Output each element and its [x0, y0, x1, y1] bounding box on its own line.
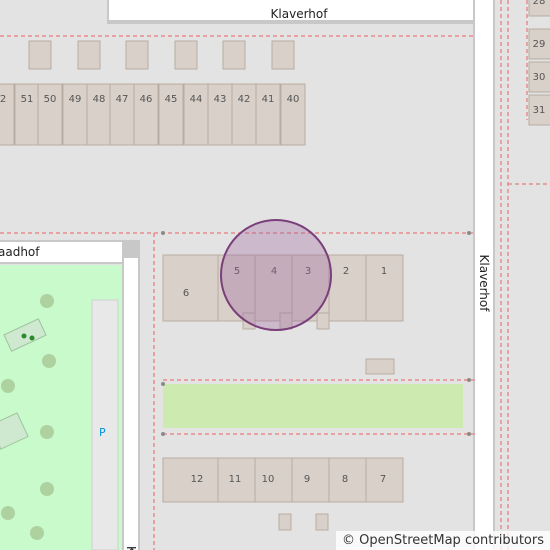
map-canvas[interactable]: 2 51 50 49 48 47 46 45 44 43 42 41 40 28293031 65 4 3 2…	[0, 0, 550, 550]
street-label-left-block: aadhof	[0, 245, 40, 259]
house-number-label: 41	[262, 94, 275, 105]
street-label-klaverhof-top: Klaverhof	[271, 7, 329, 21]
tree-icon	[42, 354, 56, 368]
house-number-label: 47	[116, 94, 129, 105]
house-number-label: 44	[190, 94, 203, 105]
house-number-label: 10	[262, 474, 275, 485]
tree-icon	[30, 526, 44, 540]
road-left-vertical-fill	[124, 258, 138, 550]
house-number-label: 43	[214, 94, 227, 105]
house-number-label: 2	[343, 266, 349, 277]
copyright-symbol: ©	[342, 533, 356, 548]
tree-icon	[40, 425, 54, 439]
house-number-label: 40	[287, 94, 300, 105]
map-attribution: © OpenStreetMap contributors	[336, 531, 550, 550]
parking-label: P	[99, 426, 106, 439]
house-number-label: 45	[165, 94, 178, 105]
street-label-bottom-left: K	[124, 546, 138, 550]
house	[162, 254, 219, 322]
house-number-label: 12	[191, 474, 204, 485]
location-marker[interactable]	[220, 219, 332, 331]
house-number-label: 7	[380, 474, 386, 485]
house-number-label: 31	[533, 105, 546, 116]
house-number-label: 42	[238, 94, 251, 105]
house-number-label: 29	[533, 39, 546, 50]
house-number-label: 9	[304, 474, 310, 485]
tree-icon	[1, 379, 15, 393]
house-row-bottom: 12 11 10 9 8 7	[162, 457, 404, 503]
attribution-link[interactable]: OpenStreetMap contributors	[359, 533, 544, 548]
house-number-label: 46	[140, 94, 153, 105]
house-number-label: 49	[69, 94, 82, 105]
house-number-label: 1	[381, 266, 387, 277]
tree-icon	[40, 294, 54, 308]
house-number-label: 51	[21, 94, 34, 105]
street-label-klaverhof-right: Klaverhof	[477, 255, 491, 313]
house-number-label: 28	[533, 0, 546, 7]
house-number-label: 30	[533, 72, 546, 83]
house-number-label: 2	[0, 94, 6, 105]
house-number-label: 6	[183, 288, 189, 299]
tree-icon	[1, 506, 15, 520]
house	[365, 254, 404, 322]
grass-strip	[163, 384, 463, 428]
parking-area	[91, 299, 119, 550]
house-number-label: 8	[342, 474, 348, 485]
house-number-label: 11	[229, 474, 242, 485]
tree-icon	[40, 482, 54, 496]
house	[328, 254, 367, 322]
house-number-label: 50	[44, 94, 57, 105]
house	[291, 457, 330, 503]
house-row-top: 2 51 50 49 48 47 46 45 44 43 42 41 40	[0, 83, 306, 146]
house-number-label: 48	[93, 94, 106, 105]
